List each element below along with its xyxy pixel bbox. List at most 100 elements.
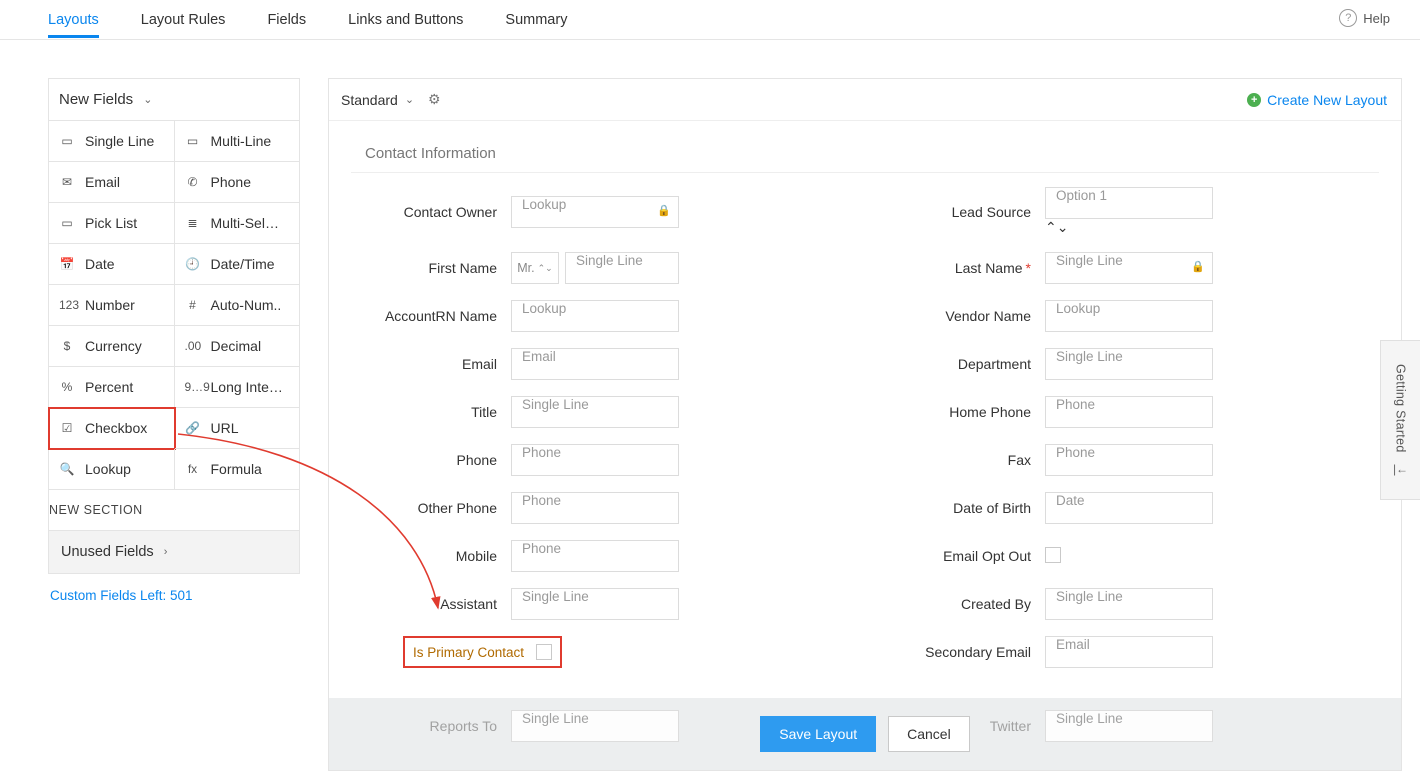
- input-phone[interactable]: Phone: [511, 444, 679, 476]
- textarea-icon: ▭: [185, 134, 201, 148]
- input-mobile[interactable]: Phone: [511, 540, 679, 572]
- label-title: Title: [351, 404, 511, 420]
- text-icon: ▭: [59, 134, 75, 148]
- phone-icon: ✆: [185, 175, 201, 189]
- input-department[interactable]: Single Line: [1045, 348, 1213, 380]
- input-assistant[interactable]: Single Line: [511, 588, 679, 620]
- field-type-phone[interactable]: ✆Phone: [175, 162, 301, 203]
- layout-selector[interactable]: Standard ⌄: [341, 92, 414, 108]
- gear-icon[interactable]: ⚙: [428, 91, 441, 108]
- tab-links-buttons[interactable]: Links and Buttons: [348, 2, 463, 38]
- field-type-formula[interactable]: fxFormula: [175, 449, 301, 490]
- create-new-layout-label: Create New Layout: [1267, 92, 1387, 108]
- number-icon: 123: [59, 298, 75, 312]
- date-icon: 📅: [59, 257, 75, 271]
- label-assistant: Assistant: [351, 596, 511, 612]
- new-fields-label: New Fields: [59, 91, 133, 108]
- field-type-url[interactable]: 🔗URL: [175, 408, 301, 449]
- label-email-opt-out: Email Opt Out: [885, 548, 1045, 564]
- checkbox-is-primary[interactable]: [536, 644, 552, 660]
- list-icon: ▭: [59, 216, 75, 230]
- field-type-currency[interactable]: $Currency: [49, 326, 175, 367]
- multiselect-icon: ≣: [185, 216, 201, 230]
- tab-layouts[interactable]: Layouts: [48, 2, 99, 38]
- new-fields-dropdown[interactable]: New Fields ⌄: [48, 78, 300, 121]
- unused-fields-toggle[interactable]: Unused Fields ›: [48, 531, 300, 574]
- help-label: Help: [1363, 11, 1390, 26]
- chevron-down-icon: ⌄: [405, 93, 414, 106]
- field-type-datetime[interactable]: 🕘Date/Time: [175, 244, 301, 285]
- lookup-icon: 🔍: [59, 462, 75, 476]
- cancel-button[interactable]: Cancel: [888, 716, 970, 752]
- getting-started-tab[interactable]: Getting Started |←: [1380, 340, 1420, 500]
- checkbox-email-opt-out[interactable]: [1045, 547, 1061, 563]
- input-reports-to[interactable]: Single Line: [511, 710, 679, 742]
- label-phone: Phone: [351, 452, 511, 468]
- autonumber-icon: #: [185, 298, 201, 312]
- input-email[interactable]: Email: [511, 348, 679, 380]
- field-type-checkbox[interactable]: ☑Checkbox: [49, 408, 175, 449]
- field-type-single-line[interactable]: ▭Single Line: [49, 121, 175, 162]
- input-last-name[interactable]: Single Line: [1045, 252, 1213, 284]
- select-caret-icon: ⌃⌄: [538, 263, 553, 274]
- input-vendor-name[interactable]: Lookup: [1045, 300, 1213, 332]
- input-lead-source[interactable]: Option 1: [1045, 187, 1213, 219]
- dropped-field-is-primary[interactable]: Is Primary Contact: [405, 638, 560, 666]
- salutation-select[interactable]: Mr.⌃⌄: [511, 252, 559, 284]
- unused-fields-label: Unused Fields: [61, 544, 154, 560]
- field-type-percent[interactable]: %Percent: [49, 367, 175, 408]
- input-fax[interactable]: Phone: [1045, 444, 1213, 476]
- url-icon: 🔗: [185, 421, 201, 435]
- field-type-multiselect[interactable]: ≣Multi-Sel…: [175, 203, 301, 244]
- input-dob[interactable]: Date: [1045, 492, 1213, 524]
- label-email: Email: [351, 356, 511, 372]
- tab-layout-rules[interactable]: Layout Rules: [141, 2, 226, 38]
- currency-icon: $: [59, 339, 75, 353]
- label-contact-owner: Contact Owner: [351, 204, 511, 220]
- collapse-icon: |←: [1393, 462, 1408, 476]
- lock-icon: 🔒: [1191, 260, 1205, 273]
- longint-icon: 9…9: [185, 380, 201, 394]
- label-other-phone: Other Phone: [351, 500, 511, 516]
- input-home-phone[interactable]: Phone: [1045, 396, 1213, 428]
- field-type-picklist[interactable]: ▭Pick List: [49, 203, 175, 244]
- field-type-longint[interactable]: 9…9Long Inte…: [175, 367, 301, 408]
- field-type-number[interactable]: 123Number: [49, 285, 175, 326]
- label-secondary-email: Secondary Email: [885, 644, 1045, 660]
- label-vendor-name: Vendor Name: [885, 308, 1045, 324]
- tab-summary[interactable]: Summary: [505, 2, 567, 38]
- datetime-icon: 🕘: [185, 257, 201, 271]
- create-new-layout-link[interactable]: + Create New Layout: [1247, 92, 1387, 108]
- input-secondary-email[interactable]: Email: [1045, 636, 1213, 668]
- field-type-lookup[interactable]: 🔍Lookup: [49, 449, 175, 490]
- new-section-button[interactable]: NEW SECTION: [49, 490, 300, 531]
- label-mobile: Mobile: [351, 548, 511, 564]
- input-title[interactable]: Single Line: [511, 396, 679, 428]
- getting-started-label: Getting Started: [1394, 364, 1408, 453]
- field-type-decimal[interactable]: .00Decimal: [175, 326, 301, 367]
- formula-icon: fx: [185, 462, 201, 476]
- field-type-date[interactable]: 📅Date: [49, 244, 175, 285]
- input-other-phone[interactable]: Phone: [511, 492, 679, 524]
- email-icon: ✉: [59, 175, 75, 189]
- input-contact-owner[interactable]: Lookup: [511, 196, 679, 228]
- help-link[interactable]: ? Help: [1339, 9, 1390, 27]
- tab-fields[interactable]: Fields: [267, 2, 306, 38]
- label-account-name: AccountRN Name: [351, 308, 511, 324]
- section-title: Contact Information: [329, 121, 1401, 172]
- select-caret-icon: ⌃⌄: [1045, 219, 1068, 235]
- footer: Reports To Single Line Twitter Single Li…: [329, 698, 1401, 770]
- field-type-multi-line[interactable]: ▭Multi-Line: [175, 121, 301, 162]
- label-lead-source: Lead Source: [885, 204, 1045, 220]
- input-account-name[interactable]: Lookup: [511, 300, 679, 332]
- save-layout-button[interactable]: Save Layout: [760, 716, 876, 752]
- plus-icon: +: [1247, 93, 1261, 107]
- input-created-by[interactable]: Single Line: [1045, 588, 1213, 620]
- field-type-autonumber[interactable]: #Auto-Num..: [175, 285, 301, 326]
- label-department: Department: [885, 356, 1045, 372]
- chevron-down-icon: ⌄: [143, 93, 152, 106]
- field-type-email[interactable]: ✉Email: [49, 162, 175, 203]
- label-created-by: Created By: [885, 596, 1045, 612]
- input-first-name[interactable]: Single Line: [565, 252, 679, 284]
- input-twitter[interactable]: Single Line: [1045, 710, 1213, 742]
